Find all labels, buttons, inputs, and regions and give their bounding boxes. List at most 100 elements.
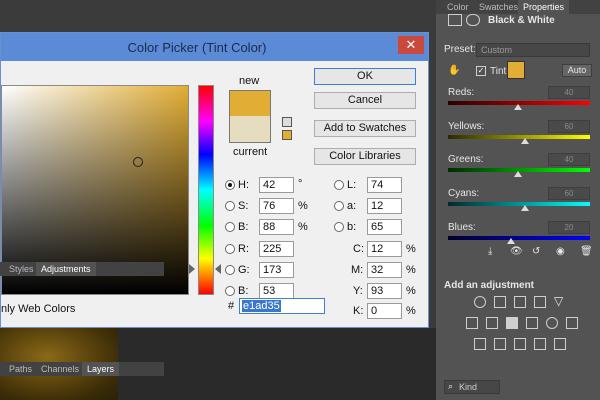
exposure-icon[interactable] (534, 296, 546, 308)
posterize-icon[interactable] (494, 338, 506, 350)
dialog-titlebar[interactable]: Color Picker (Tint Color) ✕ (1, 33, 428, 61)
color-lookup-icon[interactable] (566, 317, 578, 329)
tab-properties[interactable]: Properties (518, 0, 570, 14)
yellows-label: Yellows: (448, 121, 485, 132)
greens-value[interactable]: 40 (548, 153, 590, 166)
tab-color[interactable]: Color (442, 0, 474, 14)
black-white-icon[interactable] (506, 317, 518, 329)
photo-filter-icon[interactable] (526, 317, 538, 329)
color-balance-icon[interactable] (486, 317, 498, 329)
lab-b-radio[interactable] (334, 222, 344, 232)
visibility-icon[interactable]: ◉ (556, 246, 565, 257)
adjustment-title: Black & White (488, 15, 555, 26)
cyans-value[interactable]: 60 (548, 187, 590, 200)
brightness-icon[interactable] (474, 296, 486, 308)
tab-layers[interactable]: Layers (82, 362, 120, 376)
vibrance-icon[interactable]: ▽ (554, 294, 563, 308)
blue-input[interactable]: 53 (259, 283, 294, 299)
m-input[interactable]: 32 (367, 262, 402, 278)
add-to-swatches-button[interactable]: Add to Swatches (314, 120, 416, 137)
r-radio[interactable] (225, 244, 235, 254)
g-radio[interactable] (225, 265, 235, 275)
curves-icon[interactable] (514, 296, 526, 308)
threshold-icon[interactable] (514, 338, 526, 350)
close-button[interactable]: ✕ (398, 36, 424, 54)
a-label: a: (347, 200, 357, 212)
color-libraries-button[interactable]: Color Libraries (314, 148, 416, 165)
reds-slider-thumb[interactable] (514, 104, 522, 110)
hue-slider-arrow-left[interactable] (189, 264, 195, 274)
canvas-background (118, 328, 436, 400)
auto-button[interactable]: Auto (562, 64, 592, 77)
channel-mixer-icon[interactable] (546, 317, 558, 329)
cyans-slider[interactable] (448, 202, 590, 206)
clip-to-layer-icon[interactable]: ⤓ (488, 246, 492, 257)
blue-radio[interactable] (225, 286, 235, 296)
eye-preview-icon[interactable]: 👁 (510, 246, 523, 257)
tint-color-swatch[interactable] (507, 61, 525, 79)
only-web-colors-label[interactable]: nly Web Colors (1, 303, 75, 315)
cyans-label: Cyans: (448, 188, 480, 199)
blues-label: Blues: (448, 222, 476, 233)
tint-checkbox[interactable]: ✓ (476, 66, 486, 76)
color-field-cursor[interactable] (133, 157, 143, 167)
k-input[interactable]: 0 (367, 303, 402, 319)
blues-slider-thumb[interactable] (507, 238, 515, 244)
a-radio[interactable] (334, 201, 344, 211)
current-color-swatch[interactable] (229, 116, 271, 143)
s-input[interactable]: 76 (259, 198, 294, 214)
h-input[interactable]: 42 (259, 177, 294, 193)
greens-slider-thumb[interactable] (514, 171, 522, 177)
hex-input[interactable]: e1ad35 (239, 298, 325, 314)
tab-swatches[interactable]: Swatches (474, 0, 523, 14)
yellows-slider[interactable] (448, 135, 590, 139)
preset-select[interactable]: Custom (476, 43, 590, 57)
b-input[interactable]: 88 (259, 219, 294, 235)
ok-button[interactable]: OK (314, 68, 416, 85)
r-input[interactable]: 225 (259, 241, 294, 257)
cube-icon[interactable] (282, 117, 292, 127)
y-input[interactable]: 93 (367, 283, 402, 299)
invert-icon[interactable] (474, 338, 486, 350)
a-input[interactable]: 12 (367, 198, 402, 214)
hue-saturation-icon[interactable] (466, 317, 478, 329)
selective-color-icon[interactable] (554, 338, 566, 350)
hex-value: e1ad35 (242, 300, 281, 312)
h-radio[interactable] (225, 180, 235, 190)
s-radio[interactable] (225, 201, 235, 211)
cancel-button[interactable]: Cancel (314, 92, 416, 109)
l-radio[interactable] (334, 180, 344, 190)
tab-styles[interactable]: Styles (4, 262, 39, 276)
m-label: M: (351, 264, 364, 276)
hue-slider[interactable] (198, 85, 214, 295)
m-unit: % (406, 264, 416, 276)
levels-icon[interactable] (494, 296, 506, 308)
b-radio[interactable] (225, 222, 235, 232)
cyans-slider-thumb[interactable] (521, 205, 529, 211)
y-label: Y: (353, 285, 363, 297)
yellows-slider-thumb[interactable] (521, 138, 529, 144)
c-input[interactable]: 12 (367, 241, 402, 257)
hand-icon[interactable]: ✋ (448, 65, 460, 76)
g-label: G: (238, 264, 250, 276)
s-unit: % (298, 200, 308, 212)
g-input[interactable]: 173 (259, 262, 294, 278)
blues-value[interactable]: 20 (548, 221, 590, 234)
mask-icon[interactable] (466, 14, 480, 26)
gamut-swatch-icon[interactable] (282, 130, 292, 140)
yellows-value[interactable]: 60 (548, 120, 590, 133)
blues-slider[interactable] (448, 236, 590, 240)
lab-b-input[interactable]: 65 (367, 219, 402, 235)
trash-icon[interactable]: 🗑 (580, 246, 593, 257)
new-label: new (239, 75, 260, 87)
gradient-map-icon[interactable] (534, 338, 546, 350)
color-picker-dialog: Color Picker (Tint Color) ✕ new current … (0, 32, 429, 328)
reds-value[interactable]: 40 (548, 86, 590, 99)
tab-channels[interactable]: Channels (36, 362, 84, 376)
tab-adjustments[interactable]: Adjustments (36, 262, 96, 276)
c-unit: % (406, 243, 416, 255)
hue-slider-arrow-right[interactable] (215, 264, 221, 274)
l-input[interactable]: 74 (367, 177, 402, 193)
tab-paths[interactable]: Paths (4, 362, 37, 376)
previous-state-icon[interactable]: ↺ (532, 246, 540, 257)
